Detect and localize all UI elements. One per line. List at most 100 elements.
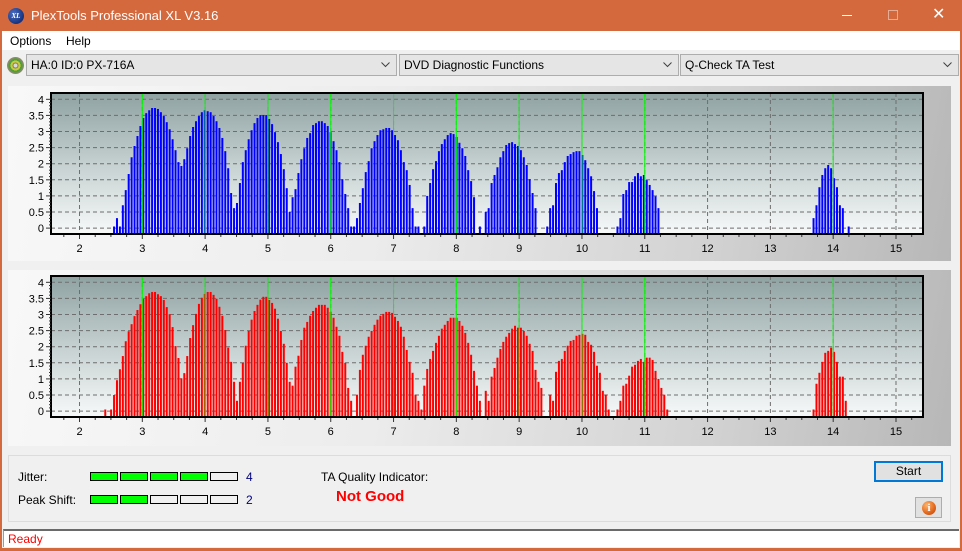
bar (250, 130, 253, 234)
bar (499, 348, 502, 417)
bar (502, 151, 505, 234)
bar (411, 372, 414, 417)
bar (560, 170, 563, 234)
bar (402, 162, 405, 234)
bar (303, 148, 306, 234)
bar (347, 387, 350, 417)
bar (148, 110, 151, 234)
bar (162, 116, 165, 234)
bar (549, 394, 552, 417)
bar (484, 390, 487, 417)
x-tick-label: 9 (516, 243, 522, 255)
bar (244, 150, 247, 234)
bar (268, 300, 271, 417)
bar (449, 317, 452, 417)
x-tick-label: 2 (76, 426, 82, 438)
x-tick-label: 15 (890, 243, 902, 255)
bar (306, 321, 309, 417)
bar (174, 346, 177, 417)
bar (525, 165, 528, 234)
bar (815, 205, 818, 234)
bar (297, 173, 300, 234)
bar (493, 367, 496, 417)
minimize-button[interactable] (824, 0, 870, 31)
close-button[interactable]: ✕ (916, 0, 962, 31)
function-select[interactable]: DVD Diagnostic Functions (399, 54, 679, 76)
x-tick-label: 10 (576, 243, 588, 255)
bar (452, 134, 455, 234)
bar (121, 205, 124, 234)
bar (812, 409, 815, 417)
bar (505, 145, 508, 234)
y-tick-label: 1 (38, 191, 44, 203)
meter-segment (150, 495, 178, 504)
bar (478, 400, 481, 417)
bar (364, 172, 367, 234)
peak-shift-label: Peak Shift: (18, 493, 77, 507)
chevron-down-icon (381, 62, 390, 68)
bar (830, 168, 833, 234)
bar (648, 357, 651, 417)
bar (636, 173, 639, 234)
bar (341, 179, 344, 234)
bar (133, 146, 136, 234)
bar (631, 182, 634, 234)
bar (475, 385, 478, 417)
bar (648, 184, 651, 234)
bar (651, 190, 654, 234)
bar (294, 366, 297, 417)
bar (435, 161, 437, 234)
bar (391, 312, 394, 417)
x-tick-label: 10 (576, 426, 588, 438)
bar (224, 151, 227, 234)
bar (309, 315, 312, 417)
drive-select[interactable]: HA:0 ID:0 PX-716A (26, 54, 397, 76)
bar (344, 193, 347, 234)
bar (590, 176, 593, 234)
bar (569, 154, 572, 234)
bar (177, 357, 180, 417)
bar (531, 193, 534, 234)
bar (443, 139, 446, 234)
function-select-value: DVD Diagnostic Functions (404, 58, 545, 72)
bar (183, 159, 186, 234)
bar (835, 187, 838, 234)
y-tick-label: 4 (38, 94, 44, 106)
bar (516, 327, 519, 417)
menu-help[interactable]: Help (64, 34, 93, 48)
bar (127, 174, 130, 234)
x-tick-label: 6 (328, 243, 334, 255)
bar (818, 187, 821, 234)
bar (130, 324, 133, 417)
x-tick-label: 11 (639, 426, 650, 438)
bar (493, 174, 496, 234)
info-button[interactable]: i (915, 497, 942, 518)
bar (241, 362, 244, 417)
meter-segment (120, 472, 148, 481)
y-tick-label: 3.5 (29, 110, 44, 122)
bar (262, 115, 265, 234)
bar (388, 311, 391, 417)
bar (379, 315, 382, 417)
bar (399, 150, 402, 234)
status-text: Ready (8, 532, 43, 546)
bar (487, 400, 490, 417)
meter-segment (180, 472, 208, 481)
bar (534, 369, 537, 417)
bar (250, 319, 253, 417)
bar (619, 400, 622, 417)
bar (212, 294, 215, 417)
bar (838, 376, 841, 417)
bar (555, 183, 557, 234)
bar (619, 218, 622, 234)
test-select[interactable]: Q-Check TA Test (680, 54, 959, 76)
bar (312, 310, 315, 417)
bar (326, 307, 329, 417)
bar (449, 133, 452, 234)
bar (402, 336, 405, 417)
start-button[interactable]: Start (874, 461, 943, 482)
bar (171, 139, 174, 234)
maximize-button[interactable] (870, 0, 916, 31)
menu-options[interactable]: Options (8, 34, 53, 48)
bar (396, 320, 399, 417)
